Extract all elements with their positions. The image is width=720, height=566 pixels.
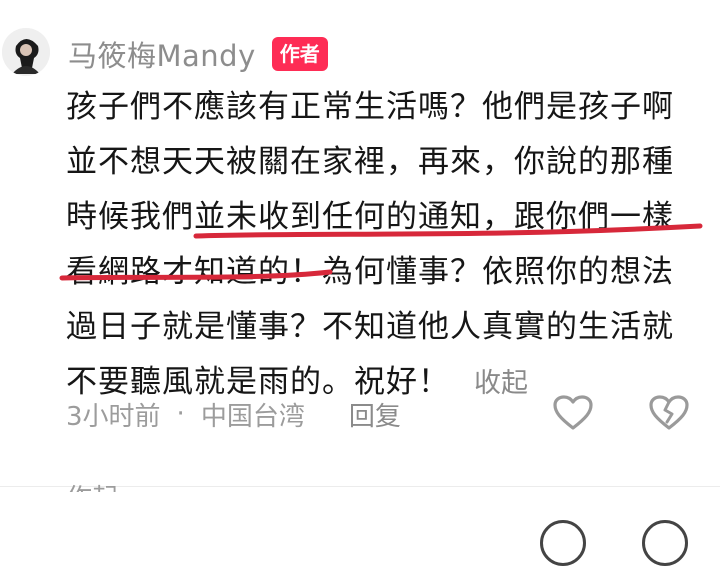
comment-line: 孩子們不應該有正常生活嗎？他們是孩子啊 — [66, 89, 674, 125]
footer-action-1[interactable] — [540, 520, 586, 566]
comment-meta: 3小时前 · 中国台湾 回复 — [66, 392, 401, 436]
meta-separator: · — [176, 399, 185, 429]
like-button[interactable] — [552, 394, 594, 432]
timestamp: 3小时前 — [66, 401, 161, 432]
avatar[interactable] — [2, 28, 50, 76]
reply-button[interactable]: 回复 — [349, 396, 401, 433]
broken-heart-icon — [649, 395, 689, 430]
avatar-image — [2, 28, 50, 76]
username[interactable]: 马筱梅Mandy — [68, 33, 256, 75]
dislike-button[interactable] — [648, 394, 690, 432]
comment-body: 孩子們不應該有正常生活嗎？他們是孩子啊 並不想天天被關在家裡，再來，你說的那種 … — [66, 80, 706, 410]
comment-line: 過日子就是懂事？不知道他人真實的生活就 — [66, 309, 674, 345]
next-comment-preview: 作起 — [66, 478, 118, 492]
comment-header: 马筱梅Mandy 作者 — [68, 32, 328, 76]
footer-action-2[interactable] — [642, 520, 688, 566]
location: 中国台湾 — [200, 401, 305, 432]
comment-line: 看網路才知道的！為何懂事？依照你的想法 — [66, 254, 674, 290]
heart-icon — [553, 395, 593, 430]
comment-line: 時候我們並未收到任何的通知，跟你們一樣 — [66, 199, 674, 235]
collapse-link[interactable]: 收起 — [474, 368, 528, 399]
author-badge: 作者 — [271, 37, 328, 71]
comment-line: 並不想天天被關在家裡，再來，你說的那種 — [66, 144, 674, 180]
